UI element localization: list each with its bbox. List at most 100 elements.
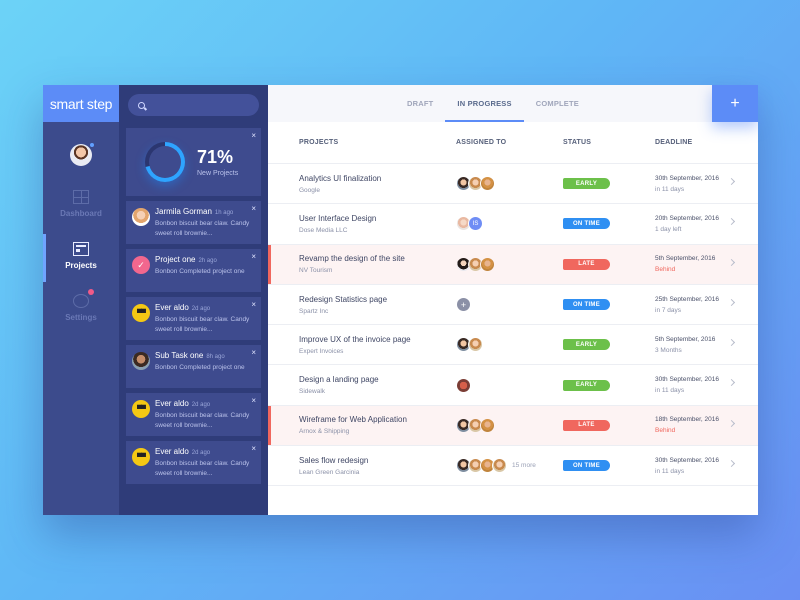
avatar (456, 377, 471, 393)
nav-label: Projects (65, 261, 97, 270)
status-badge: EARLY (563, 339, 610, 351)
stat-percent: 71% (197, 146, 234, 167)
notification-item[interactable]: × ▀▀ Ever aldo 2d ago Bonbon biscuit bear… (126, 297, 261, 340)
avatar (468, 337, 483, 353)
close-icon[interactable]: × (251, 131, 256, 140)
notification-dot (88, 289, 94, 295)
online-indicator (89, 142, 95, 148)
col-assigned[interactable]: ASSIGNED TO (456, 139, 563, 146)
progress-ring (145, 142, 185, 182)
deadline-note: Behind (655, 266, 676, 274)
notification-text: Bonbon biscuit bear claw. Candy sweet ro… (155, 460, 250, 477)
notification-text: Bonbon biscuit bear claw. Candy sweet ro… (155, 316, 250, 333)
notification-time: 1h ago (214, 210, 234, 216)
table-row[interactable]: Analytics UI finalization Google EARLY 30… (268, 164, 758, 205)
deadline-date: 5th September, 2016 (655, 255, 716, 263)
project-name: Revamp the design of the site (299, 254, 405, 264)
deadline-date: 25th September, 2016 (655, 295, 719, 303)
tab-draft[interactable]: DRAFT (395, 85, 445, 122)
deadline-date: 30th September, 2016 (655, 456, 719, 464)
project-name: Redesign Statistics page (299, 294, 388, 304)
table-row[interactable]: Revamp the design of the site NV Tourism … (268, 244, 758, 285)
assignees[interactable] (456, 337, 563, 353)
deadline-note: in 11 days (655, 467, 685, 475)
stat-label: New Projects (197, 169, 239, 177)
status-badge: LATE (563, 419, 610, 431)
project-name: User Interface Design (299, 213, 377, 223)
notification-time: 2h ago (198, 258, 217, 264)
table-row[interactable]: User Interface Design Dose Media LLC IS O… (268, 204, 758, 245)
add-project-button[interactable]: + (712, 85, 758, 122)
assignees[interactable] (456, 176, 563, 192)
nav-label: Settings (65, 313, 97, 322)
avatar (492, 458, 507, 474)
project-client: Expert Invoices (299, 347, 344, 355)
avatar (132, 352, 150, 370)
deadline-note: 3 Months (655, 346, 682, 354)
avatar (132, 208, 150, 226)
col-deadline[interactable]: DEADLINE (655, 139, 758, 146)
assignees[interactable]: IS (456, 216, 563, 232)
assignees[interactable] (456, 417, 563, 433)
notification-text: Bonbon Completed project one (155, 364, 245, 371)
table-row[interactable]: Wireframe for Web Application Arnox & Shi… (268, 405, 758, 447)
close-icon[interactable]: × (251, 348, 256, 357)
nav-item-settings[interactable]: Settings (43, 289, 119, 322)
search-bar[interactable] (128, 94, 259, 116)
add-assignee-icon[interactable]: + (456, 297, 471, 313)
tab-in-progress[interactable]: IN PROGRESS (445, 85, 525, 122)
project-client: Dose Media LLC (299, 226, 348, 234)
deadline-date: 30th September, 2016 (655, 376, 719, 384)
close-icon[interactable]: × (251, 444, 256, 453)
notification-item[interactable]: × ✓ Project one 2h ago Bonbon Completed p… (126, 249, 261, 292)
app-logo[interactable]: smart step (43, 85, 119, 122)
notification-text: Bonbon Completed project one (155, 268, 245, 275)
activity-feed: × 71% New Projects × Jarmila Gorman 1h ag… (119, 85, 268, 515)
project-client: Sidewalk (299, 388, 326, 396)
project-name: Analytics UI finalization (299, 173, 382, 183)
search-input[interactable] (150, 100, 250, 110)
close-icon[interactable]: × (251, 252, 256, 261)
app-window: smart step Dashboard Projects Settings ×… (43, 85, 758, 515)
close-icon[interactable]: × (251, 204, 256, 213)
assignees[interactable] (456, 377, 563, 393)
settings-gear-icon (73, 289, 94, 308)
notification-item[interactable]: × Sub Task one 8h ago Bonbon Completed pr… (126, 345, 261, 388)
project-client: Arnox & Shipping (299, 428, 350, 436)
project-name: Design a landing page (299, 375, 379, 385)
glasses-emoji-avatar: ▀▀ (132, 448, 150, 466)
table-row[interactable]: Sales flow redesign Lean Green Garcinia 1… (268, 446, 758, 487)
notification-title: Ever aldo (155, 399, 189, 408)
notification-item[interactable]: × ▀▀ Ever aldo 2d ago Bonbon biscuit bear… (126, 441, 261, 484)
more-assignees[interactable]: 15 more (512, 462, 536, 469)
table-row[interactable]: Redesign Statistics page Spartz Inc + ON … (268, 285, 758, 326)
assignees[interactable]: 15 more (456, 458, 563, 474)
nav-item-dashboard[interactable]: Dashboard (43, 190, 119, 218)
notification-item[interactable]: × ▀▀ Ever aldo 2d ago Bonbon biscuit bear… (126, 393, 261, 436)
projects-panel: DRAFT IN PROGRESS COMPLETE + PROJECTS AS… (268, 85, 758, 515)
assignees[interactable] (456, 256, 563, 272)
col-projects[interactable]: PROJECTS (268, 139, 456, 146)
table-row[interactable]: Design a landing page Sidewalk EARLY 30th… (268, 365, 758, 406)
nav-item-projects[interactable]: Projects (43, 234, 119, 282)
status-badge: ON TIME (563, 299, 610, 311)
avatar (480, 417, 495, 433)
col-status[interactable]: STATUS (563, 139, 655, 146)
close-icon[interactable]: × (251, 396, 256, 405)
nav-label: Dashboard (60, 209, 102, 218)
project-name: Improve UX of the invoice page (299, 334, 411, 344)
notification-item[interactable]: × Jarmila Gorman 1h ago Bonbon biscuit be… (126, 201, 261, 244)
project-client: NV Tourism (299, 267, 333, 275)
avatar (480, 256, 495, 272)
notification-text: Bonbon biscuit bear claw. Candy sweet ro… (155, 412, 250, 429)
notification-time: 2d ago (191, 306, 211, 312)
tab-complete[interactable]: COMPLETE (524, 85, 591, 122)
table-row[interactable]: Improve UX of the invoice page Expert Inv… (268, 325, 758, 366)
deadline-note: 1 day left (655, 225, 682, 233)
user-avatar[interactable] (70, 142, 95, 166)
notification-title: Ever aldo (155, 303, 189, 312)
grid-icon (73, 190, 89, 204)
project-client: Lean Green Garcinia (299, 468, 360, 476)
close-icon[interactable]: × (251, 300, 256, 309)
assignees[interactable]: + (456, 297, 563, 313)
